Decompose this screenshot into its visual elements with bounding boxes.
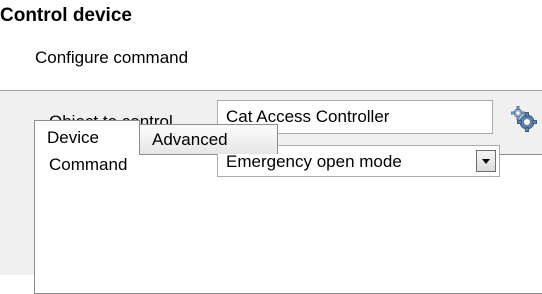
tab-advanced-label: Advanced [152,130,228,149]
tab-device[interactable]: Device [34,120,140,155]
command-select-value: Emergency open mode [226,152,402,171]
page-subtitle: Configure command [35,48,189,67]
command-label: Command [49,155,128,174]
gears-icon [511,106,537,132]
object-settings-button[interactable] [510,105,538,133]
tab-advanced[interactable]: Advanced [140,124,278,154]
chevron-down-icon[interactable] [476,150,496,172]
tab-device-label: Device [47,128,99,147]
page-title: Control device [0,5,132,26]
